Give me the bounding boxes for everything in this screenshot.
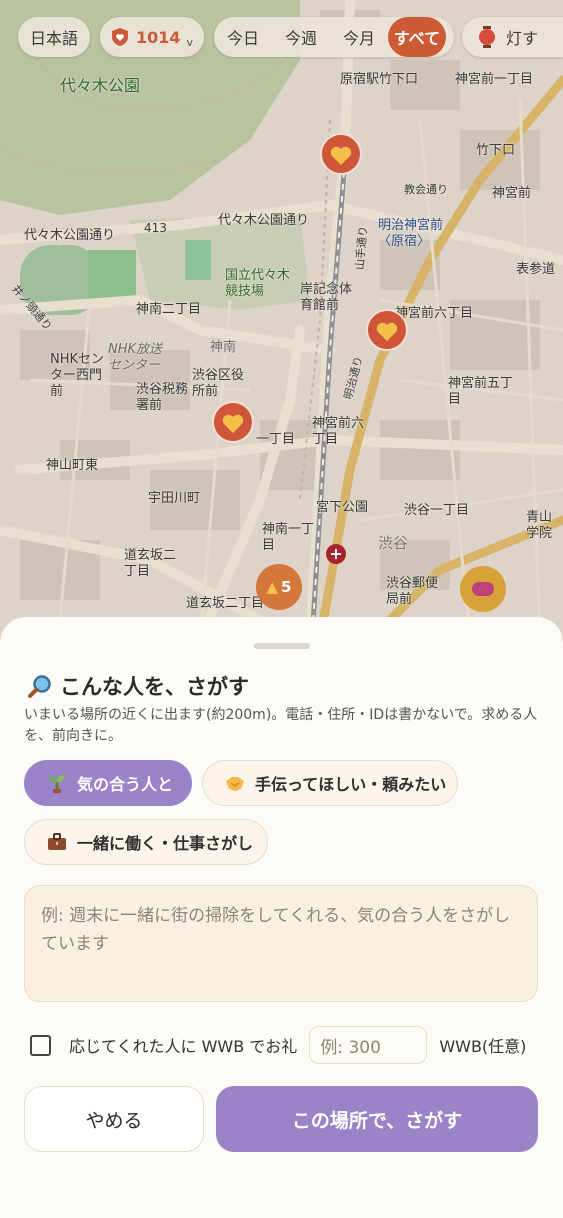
map-label: 一丁目 (256, 432, 296, 447)
map-label: 原宿駅竹下口 (340, 72, 419, 87)
top-bar: 日本語 1014 v 今日 今週 今月 すべて 灯す (18, 17, 563, 59)
map-view[interactable]: 代々木公園 原宿駅竹下口 神宮前一丁目 竹下口 教会通り 明治神宮前〈原宿〉 神… (0, 0, 563, 640)
chip-label: 一緒に働く・仕事さがし (77, 834, 254, 853)
drag-handle[interactable] (254, 643, 310, 649)
tab-week[interactable]: 今週 (272, 17, 330, 57)
cancel-button[interactable]: やめる (24, 1086, 204, 1152)
reward-unit: WWB(任意) (439, 1037, 527, 1056)
map-label: 神南 (210, 340, 237, 355)
magnifier-icon (28, 675, 51, 698)
map-label: 神宮前一丁目 (455, 72, 534, 87)
seedling-icon (49, 775, 65, 793)
map-label: NHKセンター西門前 (50, 352, 105, 399)
map-label: 代々木公園通り (218, 213, 310, 228)
handshake-marker-icon[interactable] (460, 566, 506, 612)
points-badge[interactable]: 1014 v (100, 17, 204, 57)
map-label: 宇田川町 (148, 491, 201, 506)
map-label: 教会通り (404, 183, 448, 196)
map-label: 神宮前 (492, 186, 532, 201)
map-label: NHK放送センター (108, 342, 163, 373)
tab-month[interactable]: 今月 (330, 17, 388, 57)
map-label: 代々木公園通り (24, 228, 116, 243)
sheet-header: こんな人を、さがす (28, 671, 249, 701)
lantern-button[interactable]: 灯す (462, 17, 563, 57)
language-selector[interactable]: 日本語 (18, 17, 90, 57)
map-label: 青山学院 (526, 510, 553, 541)
briefcase-icon (48, 833, 66, 850)
reward-amount-input[interactable]: 例: 300 (309, 1026, 428, 1064)
cluster-count: 5 (281, 578, 292, 596)
map-label: 岸記念体育館前 (300, 282, 353, 313)
map-label: 明治神宮前〈原宿〉 (378, 218, 444, 249)
map-label: 渋谷区役所前 (192, 368, 245, 399)
map-label: 道玄坂二丁目 (186, 596, 265, 611)
map-label: 神南一丁目 (262, 522, 315, 553)
sheet-title: こんな人を、さがす (60, 675, 249, 699)
map-label: 神宮前六丁目 (312, 416, 365, 447)
category-work-chip[interactable]: 一緒に働く・仕事さがし (24, 819, 268, 865)
map-label: 神南二丁目 (136, 302, 202, 317)
map-label: 413 (144, 221, 167, 235)
shield-heart-icon (112, 28, 128, 46)
map-label: 国立代々木競技場 (225, 268, 291, 299)
map-label: 渋谷 (378, 534, 409, 552)
map-label: 道玄坂二丁目 (124, 548, 177, 579)
handshake-icon (226, 777, 244, 791)
sheet-description: いまいる場所の近くに出ます(約200m)。電話・住所・IDは書かないで。求める人… (24, 707, 538, 744)
chevron-down-icon: v (186, 35, 194, 49)
chip-label: 手伝ってほしい・頼みたい (255, 775, 447, 794)
chip-label: 気の合う人と (77, 775, 174, 794)
tab-all[interactable]: すべて (388, 17, 446, 57)
category-help-chip[interactable]: 手伝ってほしい・頼みたい (202, 760, 458, 806)
flame-icon: ▲ (266, 578, 279, 596)
search-sheet: こんな人を、さがす いまいる場所の近くに出ます(約200m)。電話・住所・IDは… (0, 617, 563, 1218)
cluster-marker[interactable]: ▲ 5 (256, 564, 302, 610)
map-label: 渋谷郵便局前 (386, 576, 439, 607)
reward-row: 応じてくれた人に WWB でお礼 例: 300 WWB(任意) (30, 1024, 526, 1066)
heart-marker-icon[interactable] (318, 132, 364, 178)
category-friends-chip[interactable]: 気の合う人と (24, 760, 192, 806)
heart-marker-icon[interactable] (210, 400, 256, 446)
map-label: 神宮前五丁目 (448, 376, 514, 407)
hospital-icon: + (326, 544, 346, 564)
points-value: 1014 (136, 27, 181, 47)
map-label: 渋谷一丁目 (404, 503, 470, 518)
search-here-button[interactable]: この場所で、さがす (216, 1086, 538, 1152)
map-label: 代々木公園 (60, 76, 141, 95)
reward-checkbox[interactable] (30, 1034, 51, 1056)
reward-label: 応じてくれた人に WWB でお礼 (69, 1037, 298, 1056)
lantern-label: 灯す (506, 29, 539, 48)
heart-marker-icon[interactable] (364, 308, 410, 354)
message-textarea[interactable]: 例: 週末に一緒に街の掃除をしてくれる、気の合う人をさがしています (24, 885, 538, 1002)
tab-today[interactable]: 今日 (214, 17, 272, 57)
map-label: 表参道 (516, 262, 556, 277)
map-label: 渋谷税務署前 (136, 382, 189, 413)
map-label: 竹下口 (476, 143, 516, 158)
map-label: 神山町東 (46, 458, 99, 473)
map-label: 宮下公園 (316, 500, 369, 515)
lantern-icon (479, 26, 495, 48)
period-tabs: 今日 今週 今月 すべて (214, 17, 454, 57)
